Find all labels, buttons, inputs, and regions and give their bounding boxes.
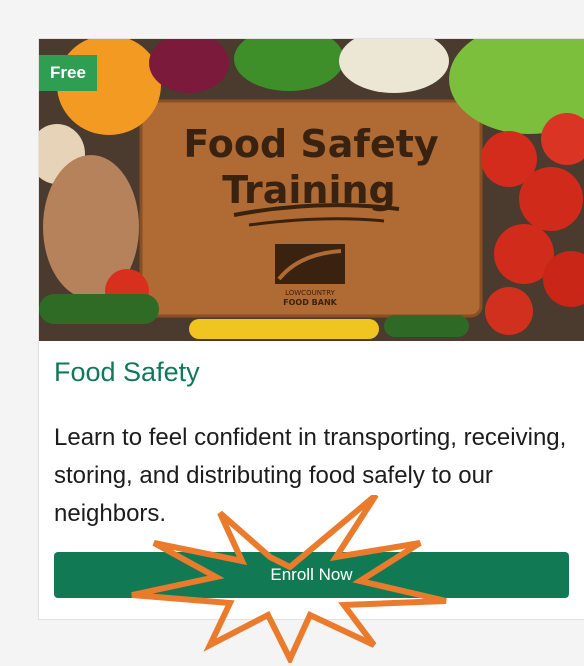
course-title[interactable]: Food Safety (54, 357, 200, 388)
course-description: Learn to feel confident in transporting,… (54, 424, 567, 527)
course-card[interactable]: Food Safety Training LOWCOUNTRY FOOD BAN… (38, 38, 584, 620)
enroll-now-button[interactable]: Enroll Now (54, 552, 569, 598)
zucchini (39, 294, 159, 324)
svg-text:LOWCOUNTRY: LOWCOUNTRY (285, 289, 336, 297)
food-bank-logo-icon: LOWCOUNTRY FOOD BANK (275, 244, 345, 307)
image-heading-line1: Food Safety (183, 122, 439, 166)
food-safety-training-illustration: Food Safety Training LOWCOUNTRY FOOD BAN… (39, 39, 584, 341)
svg-text:FOOD BANK: FOOD BANK (283, 298, 337, 307)
course-image[interactable]: Food Safety Training LOWCOUNTRY FOOD BAN… (39, 39, 584, 341)
free-badge: Free (39, 55, 97, 91)
jalapeno (384, 315, 469, 337)
yellow-pepper (189, 319, 379, 339)
